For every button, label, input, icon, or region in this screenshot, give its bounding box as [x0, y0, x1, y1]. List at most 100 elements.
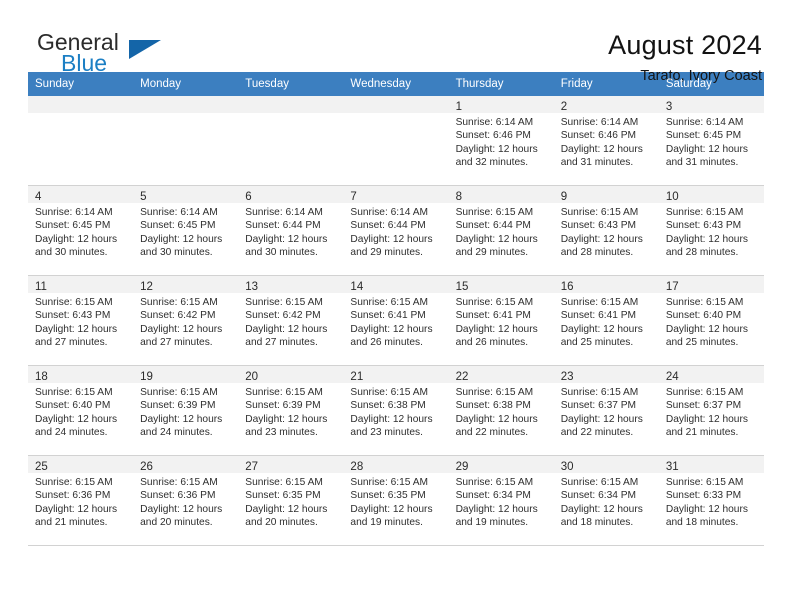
- day-detail-line: Sunrise: 6:15 AM: [350, 387, 429, 398]
- day-number: 29: [455, 461, 469, 473]
- calendar-day-cell[interactable]: 11 Sunrise: 6:15 AM Sunset: 6:43 PM Dayligh…: [28, 275, 134, 366]
- day-cell-inner: [28, 96, 134, 185]
- day-detail-lines: Sunrise: 6:14 AM Sunset: 6:46 PM Daylight:…: [449, 113, 554, 170]
- day-number-bar: [28, 96, 134, 113]
- calendar-day-cell[interactable]: 31 Sunrise: 6:15 AM Sunset: 6:33 PM Dayligh…: [658, 455, 764, 546]
- day-detail-line: and 20 minutes.: [140, 517, 213, 529]
- calendar-week-row: 4 Sunrise: 6:14 AM Sunset: 6:45 PM Daylight…: [28, 185, 764, 276]
- day-cell-inner: 7 Sunrise: 6:14 AM Sunset: 6:44 PM Daylight…: [343, 186, 449, 275]
- day-number: 20: [245, 371, 259, 383]
- calendar-day-cell[interactable]: 9 Sunrise: 6:15 AM Sunset: 6:43 PM Daylight…: [553, 185, 659, 276]
- brand-logo[interactable]: General Blue: [28, 29, 228, 85]
- day-detail-line: Daylight: 12 hours: [245, 503, 328, 515]
- day-detail-line: Sunset: 6:40 PM: [35, 400, 111, 412]
- day-detail-line: Sunset: 6:34 PM: [560, 490, 637, 502]
- calendar-day-cell[interactable]: 10 Sunrise: 6:15 AM Sunset: 6:43 PM Dayligh…: [658, 185, 764, 276]
- day-detail-line: Sunrise: 6:15 AM: [455, 477, 534, 488]
- day-detail-lines: Sunrise: 6:15 AM Sunset: 6:40 PM Daylight:…: [659, 293, 764, 350]
- day-number-bar: 4: [28, 186, 134, 203]
- day-cell-inner: 4 Sunrise: 6:14 AM Sunset: 6:45 PM Daylight…: [28, 186, 134, 275]
- day-cell-inner: 16 Sunrise: 6:15 AM Sunset: 6:41 PM Dayligh…: [553, 276, 659, 365]
- day-detail-line: Daylight: 12 hours: [455, 143, 538, 155]
- calendar-day-cell[interactable]: 2 Sunrise: 6:14 AM Sunset: 6:46 PM Daylight…: [553, 96, 659, 186]
- day-cell-inner: 26 Sunrise: 6:15 AM Sunset: 6:36 PM Dayligh…: [133, 456, 239, 545]
- day-number-bar: 1: [448, 96, 554, 113]
- calendar-day-cell[interactable]: 17 Sunrise: 6:15 AM Sunset: 6:40 PM Dayligh…: [658, 275, 764, 366]
- day-number: 26: [140, 461, 153, 473]
- calendar-day-cell[interactable]: 15 Sunrise: 6:15 AM Sunset: 6:41 PM Dayligh…: [448, 275, 554, 366]
- day-number-bar: 21: [343, 366, 449, 383]
- day-detail-line: Daylight: 12 hours: [455, 413, 538, 425]
- day-detail-lines: Sunrise: 6:14 AM Sunset: 6:45 PM Daylight:…: [659, 113, 764, 170]
- day-detail-line: Sunrise: 6:15 AM: [665, 207, 744, 218]
- calendar-day-cell[interactable]: 13 Sunrise: 6:15 AM Sunset: 6:42 PM Dayligh…: [238, 275, 344, 366]
- day-detail-line: Sunrise: 6:15 AM: [455, 207, 534, 218]
- day-detail-lines: Sunrise: 6:15 AM Sunset: 6:35 PM Daylight:…: [343, 473, 448, 530]
- day-detail-lines: Sunrise: 6:15 AM Sunset: 6:42 PM Daylight:…: [238, 293, 343, 350]
- day-number-bar: 16: [553, 276, 659, 293]
- calendar-day-cell[interactable]: 18 Sunrise: 6:15 AM Sunset: 6:40 PM Dayligh…: [28, 365, 134, 456]
- day-detail-line: Sunset: 6:38 PM: [350, 400, 426, 412]
- day-detail-line: Sunset: 6:44 PM: [245, 220, 321, 232]
- day-cell-inner: [238, 96, 344, 185]
- calendar-day-cell[interactable]: 8 Sunrise: 6:15 AM Sunset: 6:44 PM Daylight…: [448, 185, 554, 276]
- day-detail-lines: Sunrise: 6:15 AM Sunset: 6:44 PM Daylight:…: [449, 203, 554, 260]
- day-number: 19: [140, 371, 153, 383]
- day-detail-line: and 25 minutes.: [560, 337, 634, 349]
- day-cell-inner: 9 Sunrise: 6:15 AM Sunset: 6:43 PM Daylight…: [553, 186, 659, 275]
- calendar-day-cell[interactable]: 28 Sunrise: 6:15 AM Sunset: 6:35 PM Dayligh…: [343, 455, 449, 546]
- day-cell-inner: 22 Sunrise: 6:15 AM Sunset: 6:38 PM Dayligh…: [448, 366, 554, 455]
- day-detail-line: Sunset: 6:35 PM: [350, 490, 426, 502]
- day-detail-line: Sunrise: 6:14 AM: [665, 117, 744, 128]
- day-cell-inner: 5 Sunrise: 6:14 AM Sunset: 6:45 PM Daylight…: [133, 186, 239, 275]
- day-detail-line: Sunset: 6:44 PM: [455, 220, 531, 232]
- day-detail-line: Daylight: 12 hours: [35, 413, 118, 425]
- calendar-empty-cell: [238, 96, 344, 186]
- day-detail-line: Daylight: 12 hours: [560, 143, 643, 155]
- day-detail-line: Daylight: 12 hours: [560, 233, 643, 245]
- calendar-day-cell[interactable]: 23 Sunrise: 6:15 AM Sunset: 6:37 PM Dayligh…: [553, 365, 659, 456]
- day-number: 11: [35, 281, 47, 293]
- day-number: 24: [665, 371, 679, 383]
- calendar-day-cell[interactable]: 26 Sunrise: 6:15 AM Sunset: 6:36 PM Dayligh…: [133, 455, 239, 546]
- calendar-day-cell[interactable]: 5 Sunrise: 6:14 AM Sunset: 6:45 PM Daylight…: [133, 185, 239, 276]
- calendar-day-cell[interactable]: 16 Sunrise: 6:15 AM Sunset: 6:41 PM Dayligh…: [553, 275, 659, 366]
- day-detail-line: and 22 minutes.: [455, 427, 529, 439]
- day-number-bar: 30: [553, 456, 659, 473]
- day-cell-inner: 27 Sunrise: 6:15 AM Sunset: 6:35 PM Dayligh…: [238, 456, 344, 545]
- calendar-day-cell[interactable]: 25 Sunrise: 6:15 AM Sunset: 6:36 PM Dayligh…: [28, 455, 134, 546]
- day-number: 1: [455, 101, 462, 113]
- weekday-header-wednesday: Wednesday: [343, 72, 449, 96]
- calendar-empty-cell: [343, 96, 449, 186]
- calendar-day-cell[interactable]: 19 Sunrise: 6:15 AM Sunset: 6:39 PM Dayligh…: [133, 365, 239, 456]
- day-detail-line: Sunrise: 6:15 AM: [350, 297, 429, 308]
- calendar-day-cell[interactable]: 27 Sunrise: 6:15 AM Sunset: 6:35 PM Dayligh…: [238, 455, 344, 546]
- calendar-day-cell[interactable]: 30 Sunrise: 6:15 AM Sunset: 6:34 PM Dayligh…: [553, 455, 659, 546]
- calendar-day-cell[interactable]: 12 Sunrise: 6:15 AM Sunset: 6:42 PM Dayligh…: [133, 275, 239, 366]
- day-cell-inner: 3 Sunrise: 6:14 AM Sunset: 6:45 PM Daylight…: [658, 96, 764, 185]
- day-detail-line: Sunset: 6:34 PM: [455, 490, 531, 502]
- calendar-day-cell[interactable]: 7 Sunrise: 6:14 AM Sunset: 6:44 PM Daylight…: [343, 185, 449, 276]
- calendar-week-row: 18 Sunrise: 6:15 AM Sunset: 6:40 PM Dayligh…: [28, 365, 764, 456]
- day-detail-line: and 22 minutes.: [560, 427, 634, 439]
- day-detail-line: Sunrise: 6:14 AM: [560, 117, 639, 128]
- day-number-bar: 11: [28, 276, 134, 293]
- day-detail-lines: [238, 113, 343, 116]
- day-detail-line: Sunset: 6:41 PM: [350, 310, 426, 322]
- day-number-bar: 22: [448, 366, 554, 383]
- calendar-day-cell[interactable]: 1 Sunrise: 6:14 AM Sunset: 6:46 PM Daylight…: [448, 96, 554, 186]
- day-number: 15: [455, 281, 469, 293]
- calendar-day-cell[interactable]: 4 Sunrise: 6:14 AM Sunset: 6:45 PM Daylight…: [28, 185, 134, 276]
- calendar-day-cell[interactable]: 3 Sunrise: 6:14 AM Sunset: 6:45 PM Daylight…: [658, 96, 764, 186]
- calendar-day-cell[interactable]: 29 Sunrise: 6:15 AM Sunset: 6:34 PM Dayligh…: [448, 455, 554, 546]
- calendar-day-cell[interactable]: 22 Sunrise: 6:15 AM Sunset: 6:38 PM Dayligh…: [448, 365, 554, 456]
- day-number: 25: [35, 461, 48, 473]
- day-detail-lines: Sunrise: 6:14 AM Sunset: 6:45 PM Daylight:…: [133, 203, 238, 260]
- calendar-day-cell[interactable]: 24 Sunrise: 6:15 AM Sunset: 6:37 PM Dayligh…: [658, 365, 764, 456]
- calendar-day-cell[interactable]: 21 Sunrise: 6:15 AM Sunset: 6:38 PM Dayligh…: [343, 365, 449, 456]
- calendar-day-cell[interactable]: 14 Sunrise: 6:15 AM Sunset: 6:41 PM Dayligh…: [343, 275, 449, 366]
- day-number-bar: [133, 96, 239, 113]
- day-detail-line: Sunrise: 6:15 AM: [245, 387, 323, 398]
- calendar-day-cell[interactable]: 20 Sunrise: 6:15 AM Sunset: 6:39 PM Dayligh…: [238, 365, 344, 456]
- calendar-day-cell[interactable]: 6 Sunrise: 6:14 AM Sunset: 6:44 PM Daylight…: [238, 185, 344, 276]
